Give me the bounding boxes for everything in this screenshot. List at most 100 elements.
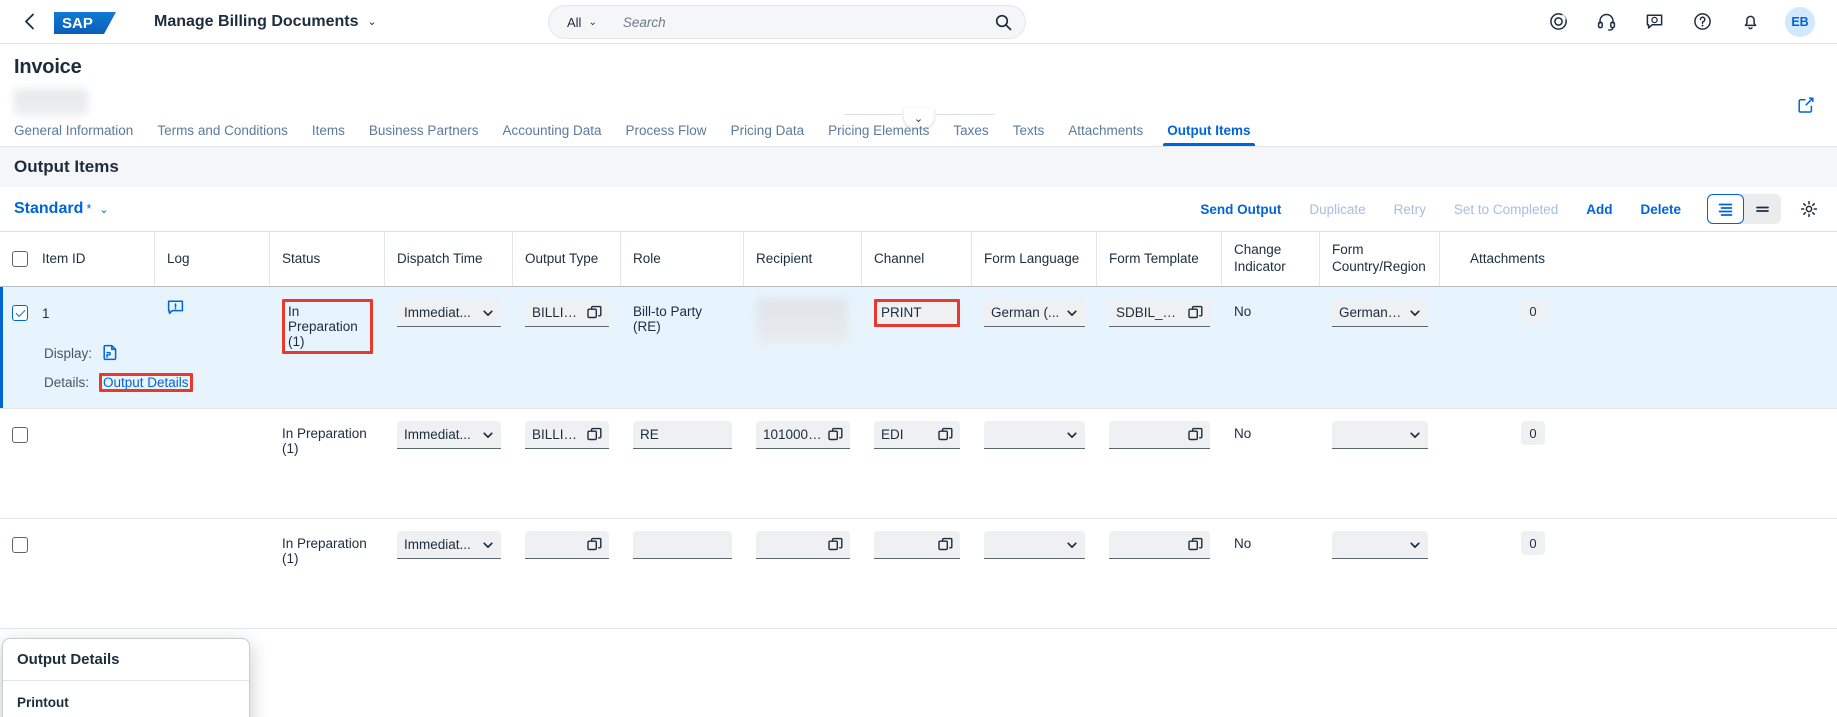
value-help-icon[interactable] <box>1188 305 1203 320</box>
back-chevron-icon[interactable] <box>14 7 44 37</box>
set-to-completed-button[interactable]: Set to Completed <box>1440 202 1572 217</box>
feedback-icon[interactable] <box>1641 9 1667 35</box>
header-cell-form-language: Form Language <box>972 232 1097 286</box>
tab-business-partners[interactable]: Business Partners <box>357 123 491 146</box>
sap-logo[interactable]: SAP <box>54 7 116 37</box>
form-country-select[interactable] <box>1332 531 1428 559</box>
share-icon[interactable] <box>1793 92 1819 118</box>
select-all-checkbox[interactable] <box>12 251 28 267</box>
table-body: 1 In Preparation (1) Immediat... BILLING_..… <box>0 287 1837 629</box>
table-row[interactable]: In Preparation (1) Immediat... BILLING_...… <box>0 409 1837 519</box>
copilot-icon[interactable] <box>1545 9 1571 35</box>
row-select-checkbox[interactable] <box>12 305 28 321</box>
form-template-input[interactable]: SDBIL_CI... <box>1109 299 1210 327</box>
form-country-select[interactable]: Germany ... <box>1332 299 1428 327</box>
variant-selector[interactable]: Standard * ⌄ <box>14 200 109 218</box>
value-help-icon[interactable] <box>587 537 602 552</box>
tab-pricing-data[interactable]: Pricing Data <box>719 123 817 146</box>
table-row[interactable]: 1 In Preparation (1) Immediat... BILLING_..… <box>0 287 1837 409</box>
send-output-button[interactable]: Send Output <box>1186 202 1295 217</box>
value-help-icon[interactable] <box>1188 427 1203 442</box>
tab-attachments[interactable]: Attachments <box>1056 123 1155 146</box>
output-type-input[interactable]: BILLING_... <box>525 421 609 449</box>
header-cell-role: Role <box>621 232 744 286</box>
header-cell-channel: Channel <box>862 232 972 286</box>
recipient-input[interactable]: 10100004 <box>756 421 850 449</box>
tab-pricing-elements[interactable]: Pricing Elements <box>816 123 941 146</box>
role-input[interactable] <box>633 531 732 559</box>
dispatch-time-select[interactable]: Immediat... <box>397 531 501 559</box>
headset-support-icon[interactable] <box>1593 9 1619 35</box>
tab-general-information[interactable]: General Information <box>14 123 145 146</box>
log-message-icon[interactable] <box>167 299 184 319</box>
recipient-input[interactable] <box>756 531 850 559</box>
form-template-input[interactable] <box>1109 421 1210 449</box>
dispatch-time-select[interactable]: Immediat... <box>397 299 501 327</box>
form-country-select[interactable] <box>1332 421 1428 449</box>
help-icon[interactable] <box>1689 9 1715 35</box>
tab-terms-and-conditions[interactable]: Terms and Conditions <box>145 123 300 146</box>
table-row[interactable]: In Preparation (1) Immediat... No 0 <box>0 519 1837 629</box>
chevron-down-icon <box>1066 429 1078 441</box>
form-language-select[interactable] <box>984 421 1085 449</box>
tab-items[interactable]: Items <box>300 123 357 146</box>
chevron-down-icon <box>482 307 494 319</box>
header-actions: EB <box>1545 6 1823 37</box>
output-items-table: Item ID Log Status Dispatch Time Output Type… <box>0 231 1837 717</box>
header-label: Attachments <box>1469 250 1545 266</box>
search-scope-dropdown[interactable]: All ⌄ <box>567 15 609 30</box>
page-title: Invoice <box>14 56 82 78</box>
form-template-input[interactable] <box>1109 531 1210 559</box>
retry-button[interactable]: Retry <box>1380 202 1440 217</box>
value-help-icon[interactable] <box>828 427 843 442</box>
header-label: Role <box>633 250 661 266</box>
svg-text:SAP: SAP <box>62 15 93 32</box>
tab-texts[interactable]: Texts <box>1001 123 1057 146</box>
cell-output-type: BILLING_... <box>513 409 621 518</box>
channel-input[interactable]: EDI <box>874 421 960 449</box>
notifications-bell-icon[interactable] <box>1737 9 1763 35</box>
channel-input[interactable]: PRINT <box>874 299 960 327</box>
value-help-icon[interactable] <box>587 305 602 320</box>
cell-recipient: 10100004 <box>744 409 862 518</box>
form-language-select[interactable] <box>984 531 1085 559</box>
header-label: Channel <box>874 250 925 266</box>
delete-button[interactable]: Delete <box>1626 202 1695 217</box>
cell-change-indicator: No <box>1222 287 1320 408</box>
popover-title: Output Details <box>3 639 249 681</box>
search-icon[interactable] <box>989 8 1017 36</box>
output-details-link[interactable]: Output Details <box>103 375 189 390</box>
header-cell-form-template: Form Template <box>1097 232 1222 286</box>
search-bar[interactable]: All ⌄ <box>548 5 1026 39</box>
app-title[interactable]: Manage Billing Documents ⌄ <box>154 13 377 31</box>
tab-accounting-data[interactable]: Accounting Data <box>490 123 613 146</box>
section-title: Output Items <box>14 157 119 176</box>
duplicate-button[interactable]: Duplicate <box>1295 202 1379 217</box>
value-help-icon[interactable] <box>587 427 602 442</box>
form-language-select[interactable]: German (... <box>984 299 1085 327</box>
role-input[interactable]: RE <box>633 421 732 449</box>
row-select-checkbox[interactable] <box>12 427 28 443</box>
tab-output-items[interactable]: Output Items <box>1155 123 1262 146</box>
status-badge: In Preparation (1) <box>282 299 373 354</box>
value-help-icon[interactable] <box>938 537 953 552</box>
channel-input[interactable] <box>874 531 960 559</box>
list-view-icon[interactable] <box>1707 194 1744 224</box>
output-type-input[interactable]: BILLING_... <box>525 299 609 327</box>
tab-process-flow[interactable]: Process Flow <box>614 123 719 146</box>
search-input[interactable] <box>608 14 989 30</box>
output-type-input[interactable] <box>525 531 609 559</box>
tab-taxes[interactable]: Taxes <box>941 123 1000 146</box>
value-help-icon[interactable] <box>938 427 953 442</box>
row-select-checkbox[interactable] <box>12 537 28 553</box>
dispatch-time-select[interactable]: Immediat... <box>397 421 501 449</box>
cell-form-template: SDBIL_CI... <box>1097 287 1222 408</box>
compact-view-icon[interactable] <box>1744 194 1781 224</box>
gear-icon[interactable] <box>1795 195 1823 223</box>
avatar[interactable]: EB <box>1785 6 1815 37</box>
pdf-display-icon[interactable] <box>102 344 119 364</box>
value-help-icon[interactable] <box>828 537 843 552</box>
cell-log <box>155 409 270 518</box>
value-help-icon[interactable] <box>1188 537 1203 552</box>
add-button[interactable]: Add <box>1572 202 1626 217</box>
